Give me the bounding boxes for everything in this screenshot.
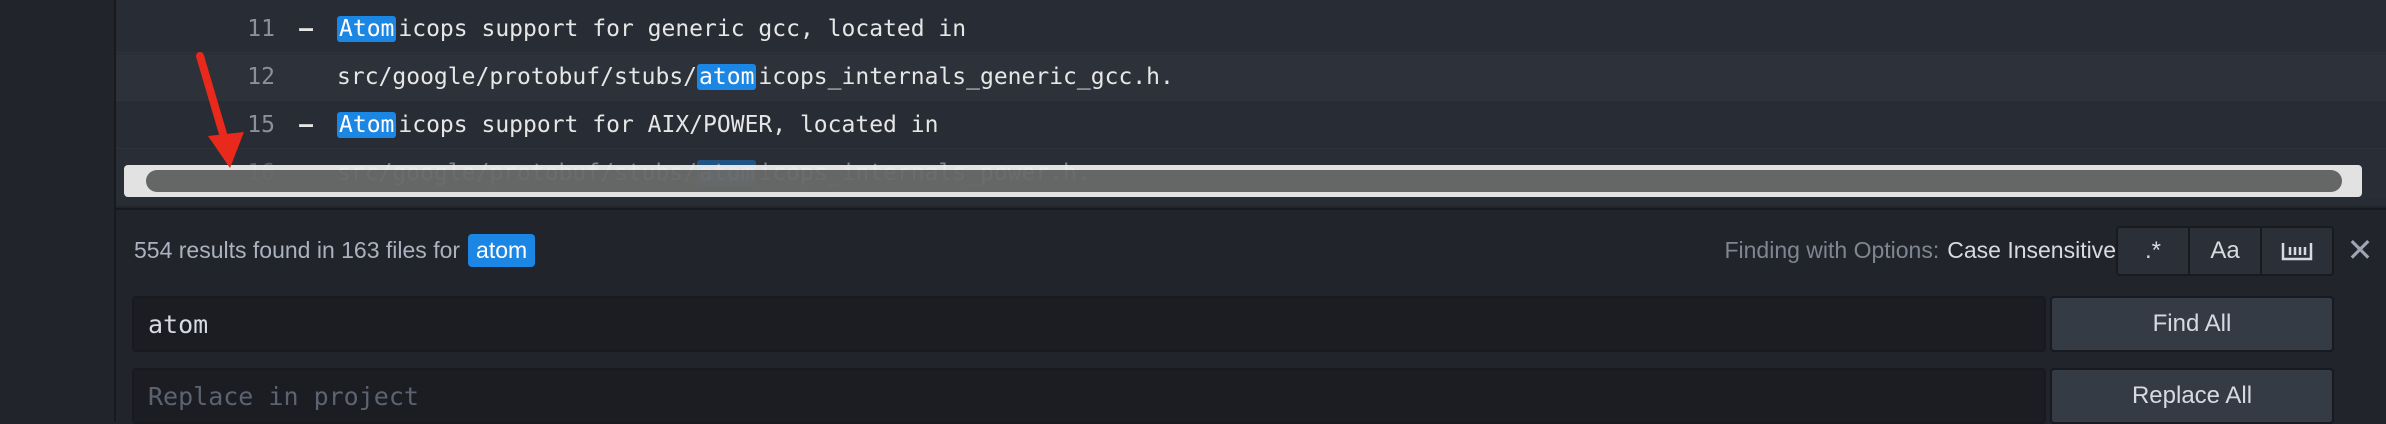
find-panel: 554 results found in 163 files for atom … <box>116 208 2386 424</box>
arrow-head <box>208 132 244 168</box>
replace-input[interactable] <box>132 368 2046 424</box>
case-icon: Aa <box>2210 237 2240 264</box>
result-text: Atom icops support for AIX/POWER, located… <box>337 112 938 138</box>
row-marker: – <box>299 16 313 42</box>
result-rest: icops_internals_generic_gcc.h. <box>758 64 1174 90</box>
close-icon[interactable]: ✕ <box>2342 230 2378 270</box>
match-highlight: Atom <box>337 16 397 42</box>
find-all-button[interactable]: Find All <box>2050 296 2334 352</box>
regex-toggle-button[interactable]: .* <box>2116 226 2190 276</box>
result-row[interactable]: 15 – Atom icops support for AIX/POWER, lo… <box>116 102 2386 149</box>
options-label: Finding with Options: <box>1724 236 1940 263</box>
result-rest: icops support for AIX/POWER, located in <box>398 112 939 138</box>
row-marker: – <box>299 112 313 138</box>
match-highlight: Atom <box>337 112 397 138</box>
result-row[interactable]: 12 src/google/protobuf/stubs/atom icops_i… <box>116 54 2386 101</box>
match-case-toggle-button[interactable]: Aa <box>2188 226 2262 276</box>
left-sidebar <box>0 0 116 422</box>
options-value: Case Insensitive <box>1947 236 2116 263</box>
match-highlight: atom <box>697 64 757 90</box>
result-text: src/google/protobuf/stubs/atomicops_inte… <box>337 64 1174 90</box>
line-number: 11 <box>247 16 275 42</box>
scrollbar-thumb[interactable] <box>146 170 2342 192</box>
replace-all-button[interactable]: Replace All <box>2050 368 2334 424</box>
result-prefix: src/google/protobuf/stubs/ <box>337 64 698 90</box>
find-options-status: Finding with Options: Case Insensitive <box>1724 230 2116 270</box>
search-term-badge: atom <box>468 233 536 267</box>
result-text: Atom icops support for generic gcc, locat… <box>337 16 966 42</box>
result-rest: icops support for generic gcc, located i… <box>398 16 967 42</box>
option-toggle-group: .* Aa <box>2116 226 2334 276</box>
find-input[interactable] <box>132 296 2046 352</box>
red-arrow-annotation <box>196 52 244 168</box>
arrow-shaft <box>196 52 230 148</box>
regex-icon: .* <box>2144 237 2161 264</box>
result-row[interactable]: 11 – Atom icops support for generic gcc, … <box>116 6 2386 53</box>
summary-text: 554 results found in 163 files for <box>134 236 461 263</box>
horizontal-scrollbar[interactable] <box>124 165 2362 197</box>
results-summary: 554 results found in 163 files for atom <box>134 230 536 270</box>
whole-word-icon <box>2281 243 2313 261</box>
whole-word-toggle-button[interactable] <box>2260 226 2334 276</box>
